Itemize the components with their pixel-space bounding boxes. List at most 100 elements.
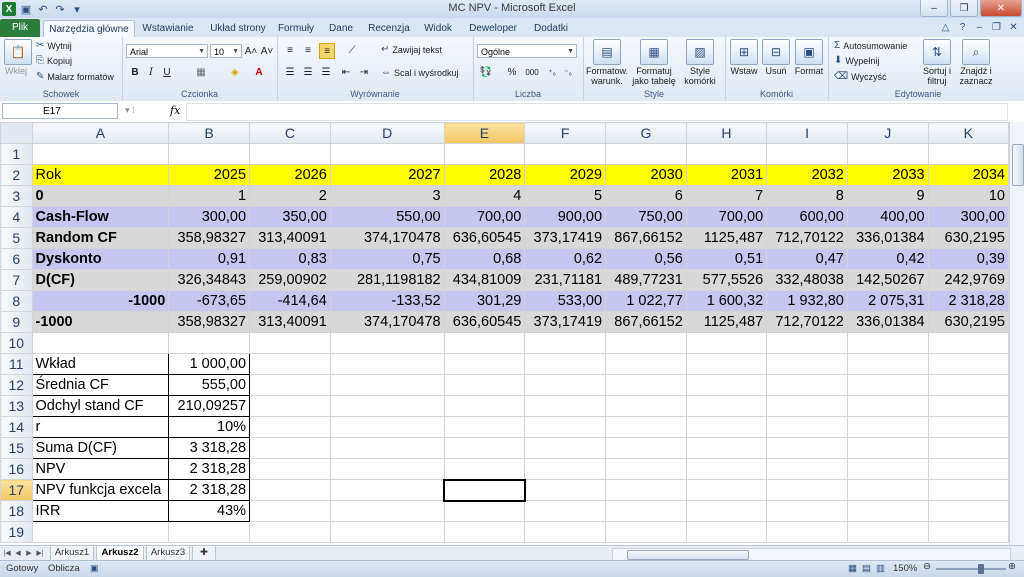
cell-k17[interactable]	[927, 479, 1009, 501]
tab-formulas[interactable]: Formuły	[276, 20, 316, 37]
cell-g9[interactable]: 867,66152	[605, 311, 687, 333]
cell-h1[interactable]	[685, 143, 768, 165]
cell-h7[interactable]: 577,5526	[685, 269, 768, 291]
normal-view-icon[interactable]: ▦	[848, 563, 857, 574]
zoom-out-icon[interactable]: ⊖	[923, 561, 931, 572]
tab-file[interactable]: Plik	[0, 19, 40, 37]
wb-minimize-icon[interactable]: –	[973, 21, 986, 34]
insert-sheet-icon[interactable]: ✚	[192, 546, 216, 561]
orientation-icon[interactable]: ⟋	[345, 43, 359, 57]
row-header-8[interactable]: 8	[0, 290, 33, 312]
cell-h18[interactable]	[685, 500, 768, 522]
cell-j15[interactable]	[846, 437, 929, 459]
cell-e10[interactable]	[443, 332, 526, 354]
cell-b7[interactable]: 326,34843	[168, 269, 251, 291]
cell-e2[interactable]: 2028	[443, 164, 526, 186]
sort-filter-button[interactable]: ⇅ Sortuj i filtruj	[920, 39, 954, 86]
zoom-slider[interactable]	[936, 564, 1006, 574]
tab-page-layout[interactable]: Układ strony	[203, 20, 273, 37]
cell-d8[interactable]: -133,52	[329, 290, 445, 312]
borders-icon[interactable]: ▦	[194, 65, 208, 79]
cell-g17[interactable]	[605, 479, 687, 501]
sheet-tab-arkusz1[interactable]: Arkusz1	[50, 546, 94, 561]
cell-f18[interactable]	[524, 500, 607, 522]
cell-h9[interactable]: 1125,487	[685, 311, 768, 333]
cell-a10[interactable]	[31, 332, 170, 354]
row-header-17[interactable]: 17	[0, 479, 33, 501]
cell-g8[interactable]: 1 022,77	[605, 290, 687, 312]
cell-j16[interactable]	[846, 458, 929, 480]
column-header-j[interactable]: J	[846, 122, 929, 144]
align-middle-icon[interactable]: ≡	[301, 43, 315, 57]
merge-center-button[interactable]: ⇔ Scal i wyśrodkuj	[381, 67, 459, 78]
cell-d13[interactable]	[329, 395, 445, 417]
insert-cells-button[interactable]: ⊞ Wstaw	[729, 39, 759, 76]
cell-k18[interactable]	[927, 500, 1009, 522]
cell-f8[interactable]: 533,00	[524, 290, 607, 312]
cell-e8[interactable]: 301,29	[443, 290, 526, 312]
cell-f11[interactable]	[524, 353, 607, 375]
macro-record-icon[interactable]: ▣	[90, 563, 99, 574]
cell-f4[interactable]: 900,00	[524, 206, 607, 228]
cell-a17[interactable]: NPV funkcja excela	[31, 479, 170, 501]
cell-h6[interactable]: 0,51	[685, 248, 768, 270]
cell-a15[interactable]: Suma D(CF)	[31, 437, 170, 459]
cell-f6[interactable]: 0,62	[524, 248, 607, 270]
cell-f15[interactable]	[524, 437, 607, 459]
cell-c14[interactable]	[249, 416, 331, 438]
cell-e12[interactable]	[443, 374, 526, 396]
copy-button[interactable]: ⎘ Kopiuj	[36, 55, 72, 66]
increase-decimal-icon[interactable]: ⁺₀	[545, 65, 559, 79]
cell-g1[interactable]	[605, 143, 687, 165]
cell-i2[interactable]: 2032	[766, 164, 848, 186]
tab-addins[interactable]: Dodatki	[528, 20, 574, 37]
row-header-9[interactable]: 9	[0, 311, 33, 333]
cell-g7[interactable]: 489,77231	[605, 269, 687, 291]
column-header-i[interactable]: I	[766, 122, 848, 144]
cell-j9[interactable]: 336,01384	[846, 311, 929, 333]
help-icon[interactable]: ?	[956, 21, 969, 34]
cell-e9[interactable]: 636,60545	[443, 311, 526, 333]
cell-c3[interactable]: 2	[249, 185, 331, 207]
cell-c12[interactable]	[249, 374, 331, 396]
cell-k12[interactable]	[927, 374, 1009, 396]
cell-g11[interactable]	[605, 353, 687, 375]
cell-i7[interactable]: 332,48038	[766, 269, 848, 291]
cell-b8[interactable]: -673,65	[168, 290, 251, 312]
cell-b2[interactable]: 2025	[168, 164, 251, 186]
cell-c7[interactable]: 259,00902	[249, 269, 331, 291]
bold-button[interactable]: B	[128, 65, 142, 79]
cell-c15[interactable]	[249, 437, 331, 459]
tab-view[interactable]: Widok	[418, 20, 458, 37]
cell-e13[interactable]	[443, 395, 526, 417]
cell-k7[interactable]: 242,9769	[927, 269, 1009, 291]
close-button[interactable]: ✕	[980, 0, 1022, 17]
cell-j6[interactable]: 0,42	[846, 248, 929, 270]
row-header-11[interactable]: 11	[0, 353, 33, 375]
paste-button[interactable]: 📋 Wklej	[4, 39, 32, 76]
cell-j4[interactable]: 400,00	[846, 206, 929, 228]
cell-styles-button[interactable]: ▨ Style komórki	[679, 39, 721, 86]
cell-k2[interactable]: 2034	[927, 164, 1009, 186]
currency-icon[interactable]: 💱	[479, 65, 493, 79]
cell-a16[interactable]: NPV	[31, 458, 170, 480]
cell-e17[interactable]	[443, 478, 526, 502]
cell-i10[interactable]	[766, 332, 848, 354]
cell-a11[interactable]: Wkład	[31, 353, 170, 375]
cell-f17[interactable]	[524, 479, 607, 501]
cell-b3[interactable]: 1	[168, 185, 251, 207]
cell-i5[interactable]: 712,70122	[766, 227, 848, 249]
cell-j12[interactable]	[846, 374, 929, 396]
cell-k4[interactable]: 300,00	[927, 206, 1009, 228]
cell-b5[interactable]: 358,98327	[168, 227, 251, 249]
maximize-button[interactable]: ❐	[950, 0, 978, 17]
format-painter-button[interactable]: ✎ Malarz formatów	[36, 71, 114, 82]
cell-a3[interactable]: 0	[31, 185, 170, 207]
cell-i4[interactable]: 600,00	[766, 206, 848, 228]
cell-e15[interactable]	[443, 437, 526, 459]
cell-d1[interactable]	[329, 143, 445, 165]
cell-c18[interactable]	[249, 500, 331, 522]
prev-sheet-icon[interactable]: ◀	[13, 547, 23, 559]
grow-font-icon[interactable]: A˄	[244, 44, 258, 58]
row-header-16[interactable]: 16	[0, 458, 33, 480]
